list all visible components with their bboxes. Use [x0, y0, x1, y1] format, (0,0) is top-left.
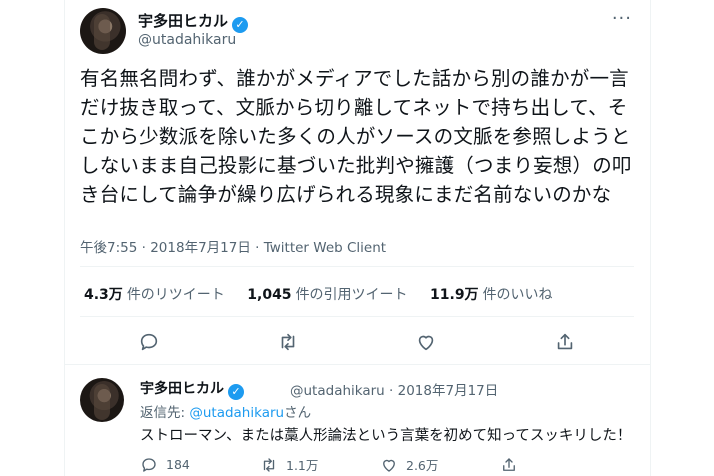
tweet-client: Twitter Web Client [263, 240, 387, 256]
tweet-text: 有名無名問わず、誰かがメディアでした話から別の誰かが一言だけ抜き取って、文脈から… [80, 67, 632, 206]
reply-handle-date: @utadahikaru · 2018年7月17日 [290, 379, 498, 399]
meta-separator: · [141, 240, 146, 256]
tweet-stats: 4.3万 件のリツイート 1,045 件の引用ツイート 11.9万 件のいいね [84, 284, 571, 304]
quotes-stat[interactable]: 1,045 件の引用ツイート [247, 287, 407, 303]
reply-icon [141, 333, 158, 351]
quotes-count: 1,045 [247, 287, 292, 303]
reply-author-name-text[interactable]: 宇多田ヒカル [140, 381, 224, 397]
reply-like-button[interactable]: 2.6万 [380, 455, 500, 474]
retweets-stat[interactable]: 4.3万 件のリツイート [84, 287, 225, 303]
reply-author-handle[interactable]: @utadahikaru [290, 383, 385, 399]
author-handle[interactable]: @utadahikaru [138, 32, 236, 48]
likes-stat[interactable]: 11.9万 件のいいね [430, 287, 553, 303]
divider [80, 316, 634, 317]
like-icon [383, 459, 395, 472]
share-icon [503, 457, 515, 471]
reply-date[interactable]: 2018年7月17日 [398, 383, 499, 399]
quotes-label: 件の引用ツイート [295, 287, 408, 303]
author-avatar[interactable] [80, 8, 126, 54]
right-column-border [650, 0, 651, 476]
reply-icon [142, 457, 156, 472]
like-button[interactable] [412, 328, 440, 356]
tweet-time[interactable]: 午後7:55 [80, 240, 137, 256]
reply-like-count: 2.6万 [406, 458, 439, 473]
reply-reply-count: 184 [166, 457, 190, 472]
meta-separator: · [255, 240, 260, 256]
verified-icon: ✓ [232, 17, 249, 33]
retweet-icon [281, 333, 295, 351]
replying-to: 返信先: @utadahikaruさん [140, 401, 311, 421]
like-icon [419, 335, 434, 351]
more-icon[interactable]: ··· [612, 8, 632, 29]
reply-actions: 184 1.1万 2.6万 [140, 455, 620, 474]
retweet-button[interactable] [274, 328, 302, 356]
reply-author-name[interactable]: 宇多田ヒカル ✓ [140, 378, 244, 400]
reply-retweet-count: 1.1万 [286, 458, 319, 473]
share-button[interactable] [551, 328, 579, 356]
replying-prefix: 返信先: [140, 405, 190, 421]
author-name[interactable]: 宇多田ヒカル ✓ [138, 10, 249, 33]
replying-to-link[interactable]: @utadahikaru [189, 405, 284, 421]
verified-icon: ✓ [228, 384, 244, 400]
reply-author-avatar[interactable] [80, 378, 124, 422]
retweet-icon [263, 457, 275, 472]
reply-reply-button[interactable]: 184 [140, 455, 260, 474]
share-icon [557, 333, 572, 350]
divider [80, 266, 634, 267]
reply-tweet[interactable]: 宇多田ヒカル ✓ @utadahikaru · 2018年7月17日 返信先: @… [64, 366, 650, 476]
reply-retweet-button[interactable]: 1.1万 [260, 455, 380, 474]
author-name-text[interactable]: 宇多田ヒカル [138, 12, 228, 30]
reply-share-button[interactable] [500, 455, 620, 474]
likes-count: 11.9万 [430, 287, 479, 303]
reply-text: ストローマン、または藁人形論法という言葉を初めて知ってスッキリした！ [140, 428, 632, 444]
replying-suffix: さん [284, 405, 312, 421]
divider [64, 364, 650, 365]
tweet-date[interactable]: 2018年7月17日 [150, 240, 251, 256]
likes-label: 件のいいね [482, 287, 553, 303]
reply-button[interactable] [135, 328, 163, 356]
tweet-detail: 宇多田ヒカル ✓ @utadahikaru ··· 有名無名問わず、誰かがメディア… [64, 0, 650, 476]
tweet-actions [80, 328, 634, 356]
retweets-count: 4.3万 [84, 287, 123, 303]
retweets-label: 件のリツイート [126, 287, 225, 303]
tweet-meta: 午後7:55 · 2018年7月17日 · Twitter Web Client [80, 236, 386, 256]
reply-separator: · [389, 383, 394, 399]
